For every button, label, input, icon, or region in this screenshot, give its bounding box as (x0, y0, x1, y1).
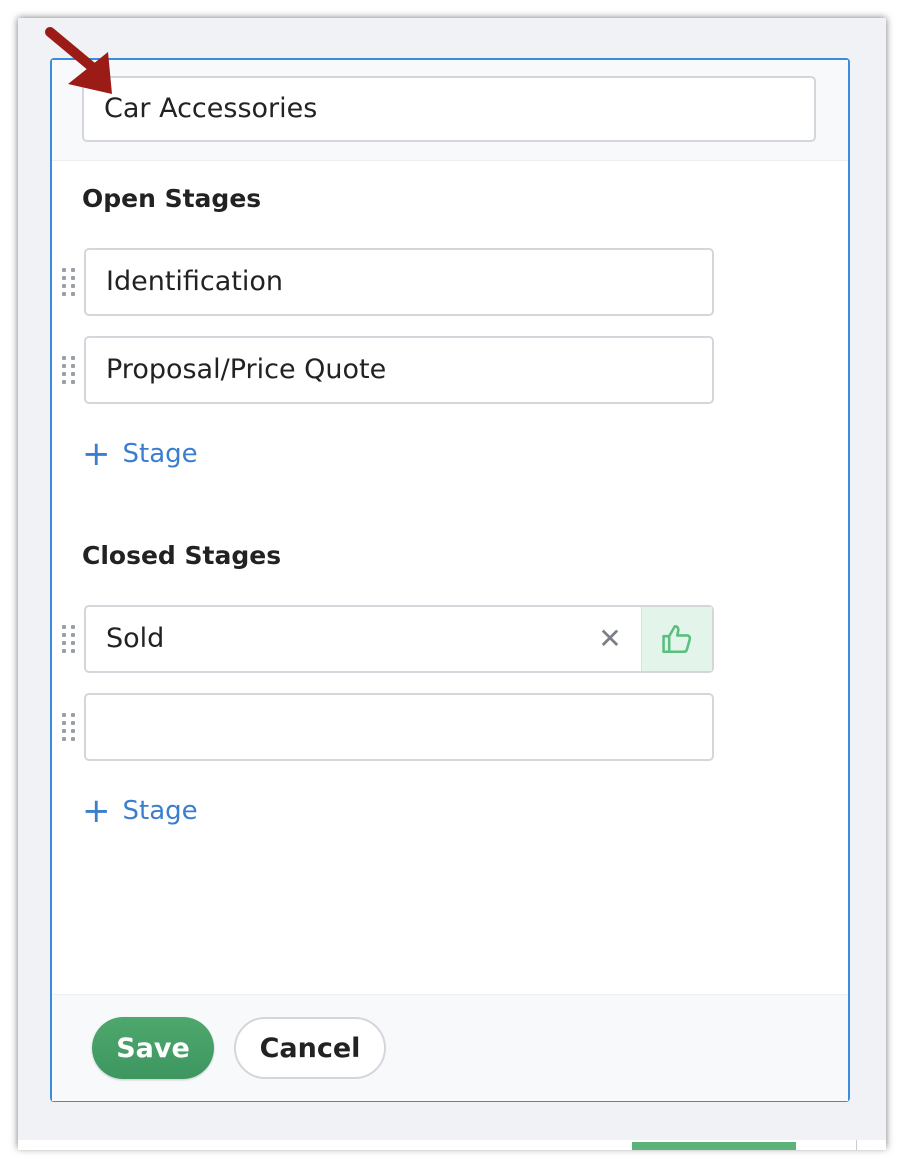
won-toggle-button[interactable] (641, 607, 712, 671)
stage-value: Sold (106, 623, 165, 654)
pipeline-name-value: Car Accessories (104, 93, 318, 124)
arrow-icon (45, 27, 112, 94)
panel-footer: Save Cancel (52, 994, 848, 1101)
stage-input[interactable]: Proposal/Price Quote (84, 336, 714, 404)
drag-handle-icon[interactable] (62, 268, 78, 296)
add-stage-label: Stage (122, 796, 198, 826)
pipeline-editor-panel: Car Accessories Open Stages Identificati… (50, 58, 850, 1102)
stage-input[interactable]: Sold ✕ (84, 605, 714, 673)
pipeline-name-header: Car Accessories (52, 60, 848, 161)
save-button[interactable]: Save (92, 1017, 214, 1079)
drag-handle-icon[interactable] (62, 356, 78, 384)
open-stages-title: Open Stages (82, 184, 262, 213)
closed-stage-row: Sold ✕ (62, 605, 716, 673)
add-open-stage-button[interactable]: + Stage (82, 437, 198, 471)
pipeline-name-input[interactable]: Car Accessories (82, 76, 816, 142)
cancel-button[interactable]: Cancel (234, 1017, 386, 1079)
stage-input[interactable]: Identification (84, 248, 714, 316)
stage-input[interactable] (84, 693, 714, 761)
drag-handle-icon[interactable] (62, 625, 78, 653)
closed-stages-title: Closed Stages (82, 541, 282, 570)
stage-value: Identification (106, 266, 284, 297)
open-stage-row: Identification (62, 248, 716, 316)
background-divider (856, 1140, 857, 1150)
plus-icon: + (82, 434, 111, 474)
add-closed-stage-button[interactable]: + Stage (82, 794, 198, 828)
stage-value: Proposal/Price Quote (106, 354, 387, 385)
add-stage-label: Stage (122, 439, 198, 469)
open-stage-row: Proposal/Price Quote (62, 336, 716, 404)
drag-handle-icon[interactable] (62, 713, 78, 741)
plus-icon: + (82, 791, 111, 831)
background-accent (632, 1142, 796, 1150)
closed-stage-row (62, 693, 716, 761)
thumbs-up-icon (662, 624, 692, 654)
close-icon[interactable]: ✕ (596, 625, 624, 653)
